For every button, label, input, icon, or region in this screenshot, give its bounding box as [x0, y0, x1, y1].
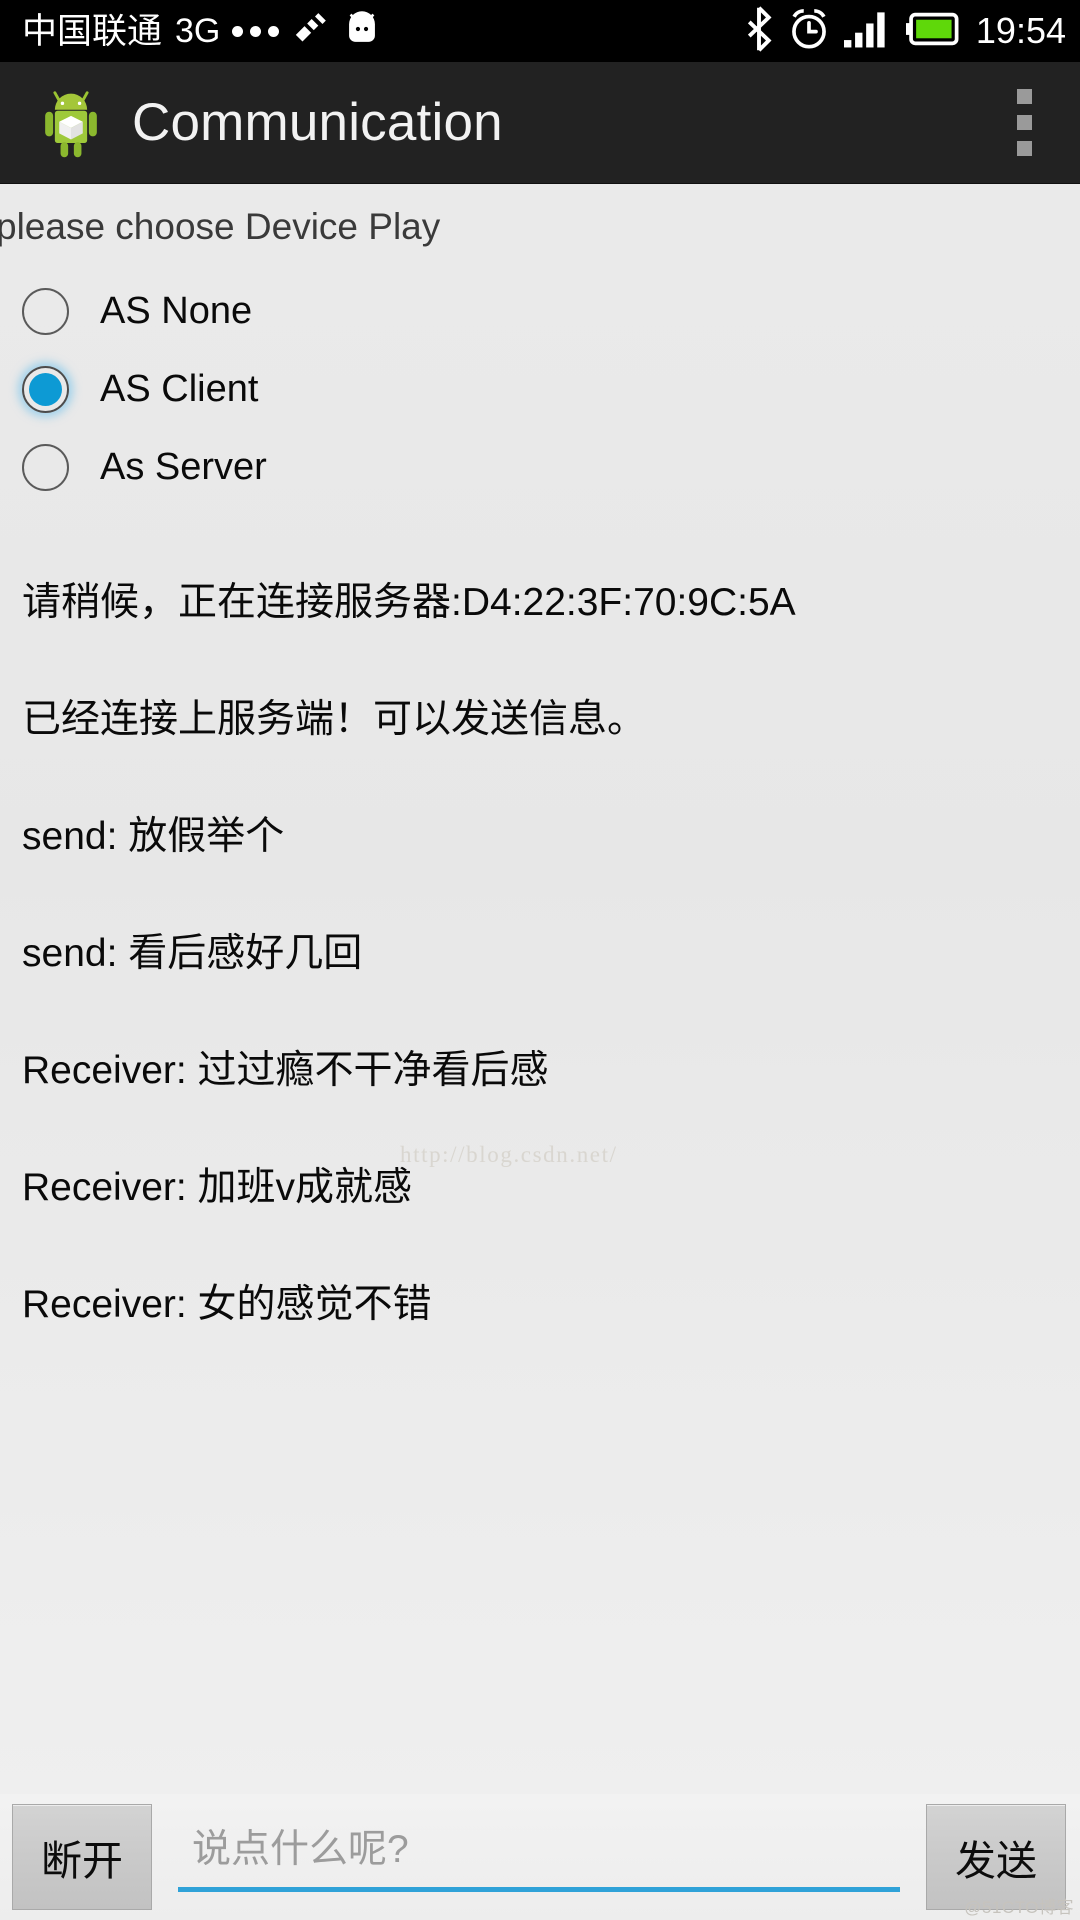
- log-line: send: 看后感好几回: [22, 932, 363, 976]
- android-head-icon: [341, 10, 383, 53]
- radio-option-as-none[interactable]: AS None: [0, 273, 1080, 351]
- bottom-action-bar: 断开 发送 @51CTO博客: [0, 1794, 1080, 1920]
- choose-device-hint: please choose Device Play: [0, 206, 441, 247]
- radio-option-as-client[interactable]: AS Client: [0, 351, 1080, 429]
- data-activity-dots-icon: [232, 25, 280, 37]
- bluetooth-icon: [744, 5, 774, 57]
- input-underline: [178, 1887, 900, 1892]
- log-line: Receiver: 过过瘾不干净看后感: [22, 1049, 549, 1093]
- clock-label: 19:54: [975, 10, 1066, 51]
- radio-label-as-none: AS None: [100, 290, 253, 333]
- message-input[interactable]: [178, 1822, 900, 1888]
- device-play-radio-group: AS None AS Client As Server: [0, 273, 1080, 507]
- radio-label-as-server: As Server: [100, 446, 267, 489]
- overflow-menu-icon[interactable]: [1017, 89, 1056, 156]
- log-line: 请稍候，正在连接服务器:D4:22:3F:70:9C:5A: [22, 581, 796, 625]
- log-line: Receiver: 女的感觉不错: [22, 1283, 432, 1327]
- log-line: Receiver: 加班v成就感: [22, 1166, 413, 1210]
- message-input-wrapper: [178, 1822, 900, 1892]
- signal-bars-icon: [843, 10, 892, 53]
- site-corner-mark: @51CTO博客: [964, 1898, 1074, 1917]
- android-robot-icon: [38, 87, 104, 159]
- status-bar-left: 中国联通 3G: [22, 9, 383, 54]
- carrier-label: 中国联通: [22, 11, 163, 51]
- main-content: please choose Device Play AS None AS Cli…: [0, 184, 1080, 1794]
- log-line: 已经连接上服务端！可以发送信息。: [22, 698, 647, 742]
- log-line: send: 放假举个: [22, 815, 285, 859]
- alarm-clock-icon: [788, 7, 830, 56]
- battery-icon: [905, 12, 960, 51]
- vibrate-off-icon: [290, 9, 330, 54]
- network-type-label: 3G: [175, 11, 221, 50]
- action-bar: Communication: [0, 62, 1080, 184]
- phone-screen: 中国联通 3G 19:54 Communication please choos…: [0, 0, 1080, 1920]
- radio-button-as-none[interactable]: [22, 288, 69, 336]
- status-bar: 中国联通 3G 19:54: [0, 0, 1080, 62]
- disconnect-button[interactable]: 断开: [12, 1804, 152, 1910]
- page-title: Communication: [132, 93, 503, 152]
- radio-label-as-client: AS Client: [100, 368, 259, 411]
- message-log: 请稍候，正在连接服务器:D4:22:3F:70:9C:5A 已经连接上服务端！可…: [0, 541, 1080, 1360]
- radio-option-as-server[interactable]: As Server: [0, 429, 1080, 507]
- radio-button-as-server[interactable]: [22, 444, 69, 492]
- status-bar-right: 19:54: [744, 5, 1066, 57]
- radio-button-as-client[interactable]: [22, 366, 69, 414]
